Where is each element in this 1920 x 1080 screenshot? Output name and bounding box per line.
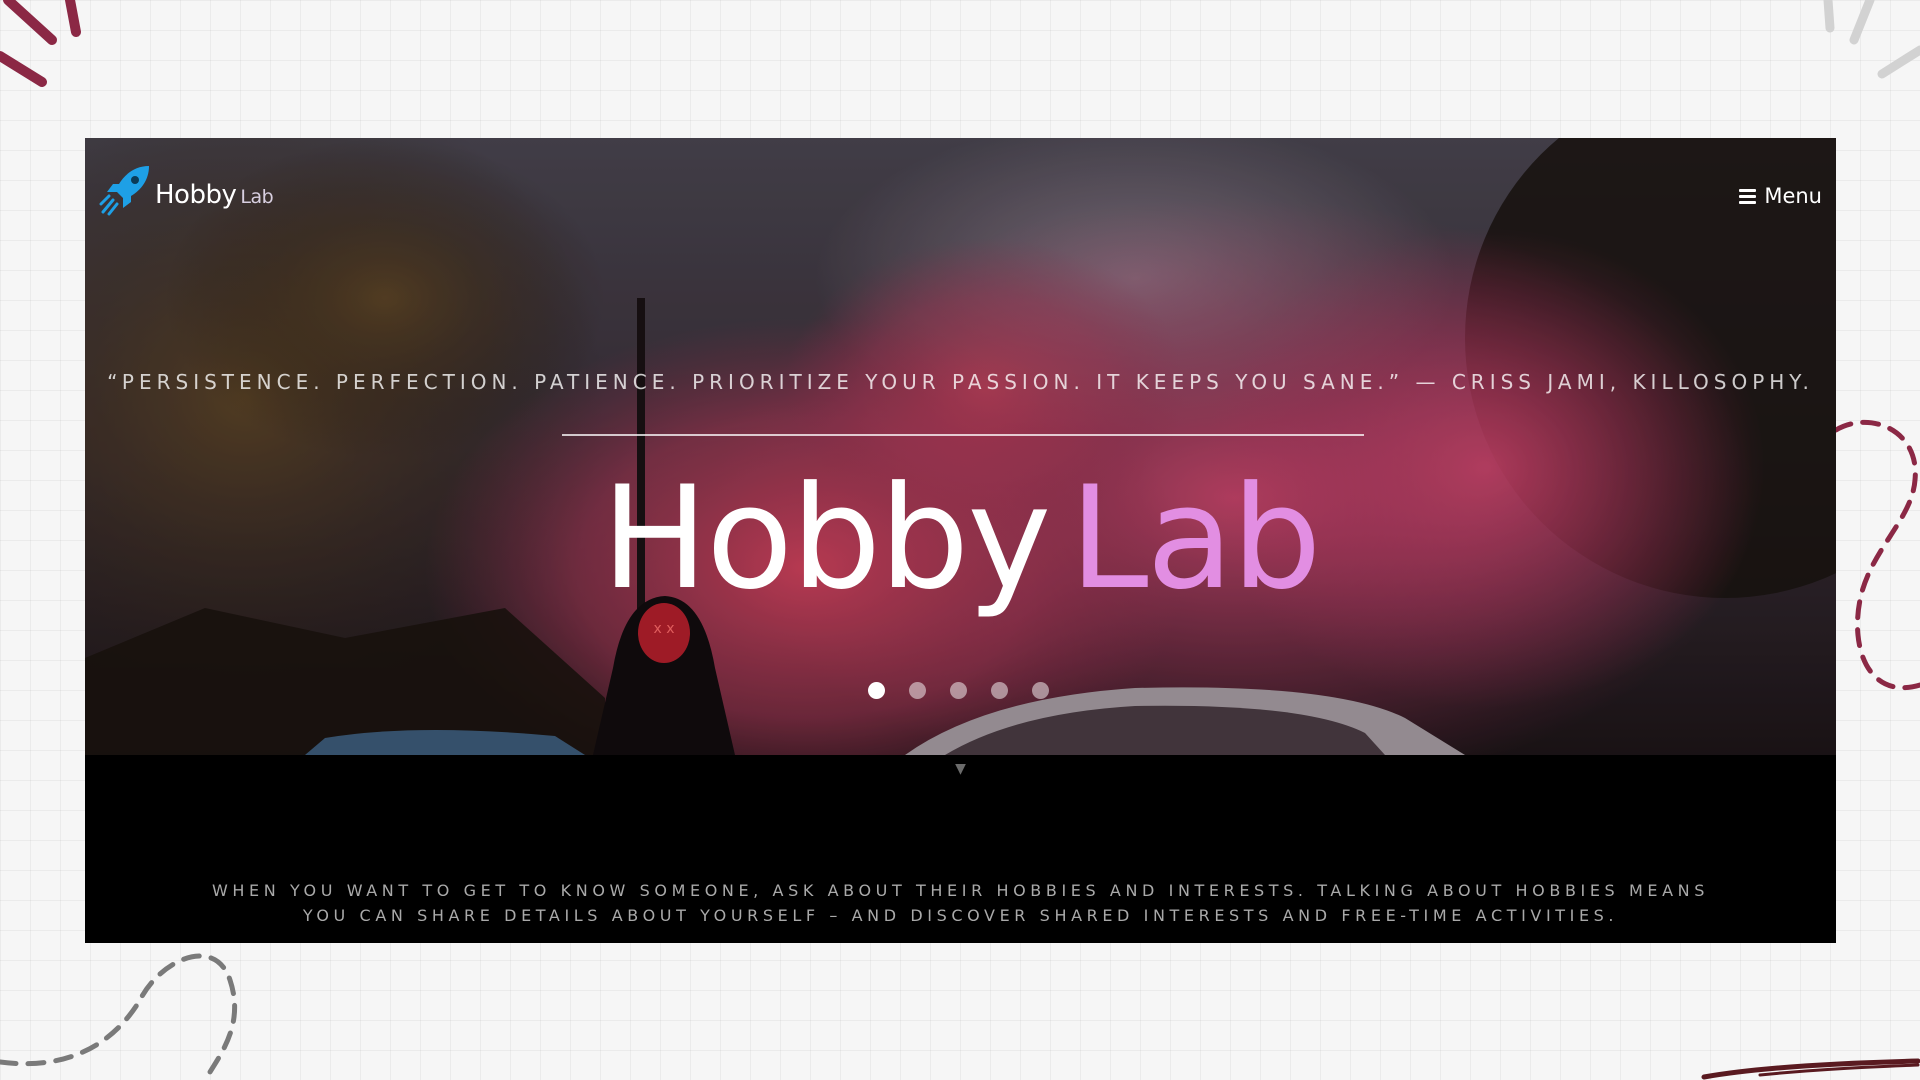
slide-dot-3[interactable] bbox=[950, 682, 967, 699]
brand-logo[interactable]: Hobby Lab bbox=[99, 162, 274, 216]
rocket-icon bbox=[99, 166, 149, 216]
slide-dot-4[interactable] bbox=[991, 682, 1008, 699]
slide-dot-1[interactable] bbox=[868, 682, 885, 699]
site-preview-frame: x x Hobby Lab Menu “PERSISTENCE. PERFECTI… bbox=[85, 138, 1836, 943]
top-left-burst-decoration bbox=[0, 0, 81, 87]
intro-text: WHEN YOU WANT TO GET TO KNOW SOMEONE, AS… bbox=[211, 881, 1709, 925]
triangle-down-icon[interactable]: ▼ bbox=[85, 761, 1836, 777]
hamburger-icon bbox=[1739, 188, 1757, 204]
bottom-left-dashed-loop-decoration bbox=[0, 953, 238, 1080]
top-right-burst-decoration bbox=[1823, 0, 1920, 79]
hero-background-image: x x bbox=[85, 138, 1836, 755]
hero-title-accent: Lab bbox=[1069, 456, 1321, 621]
menu-label: Menu bbox=[1764, 184, 1822, 208]
hero-quote: “PERSISTENCE. PERFECTION. PATIENCE. PRIO… bbox=[107, 370, 1814, 394]
hero-title: Hobby Lab bbox=[85, 468, 1836, 610]
hero-title-main: Hobby bbox=[601, 456, 1051, 621]
slide-dot-5[interactable] bbox=[1032, 682, 1049, 699]
brand-name-suffix: Lab bbox=[240, 186, 274, 208]
menu-button[interactable]: Menu bbox=[1739, 184, 1822, 208]
hero-slider: x x Hobby Lab Menu “PERSISTENCE. PERFECTI… bbox=[85, 138, 1836, 755]
slider-pagination bbox=[868, 682, 1049, 699]
brand-name: Hobby Lab bbox=[155, 180, 274, 210]
slide-dot-2[interactable] bbox=[909, 682, 926, 699]
right-dashed-loop-decoration bbox=[1833, 419, 1920, 691]
bottom-right-brush-decoration bbox=[1701, 1058, 1920, 1080]
quote-divider bbox=[562, 434, 1364, 436]
